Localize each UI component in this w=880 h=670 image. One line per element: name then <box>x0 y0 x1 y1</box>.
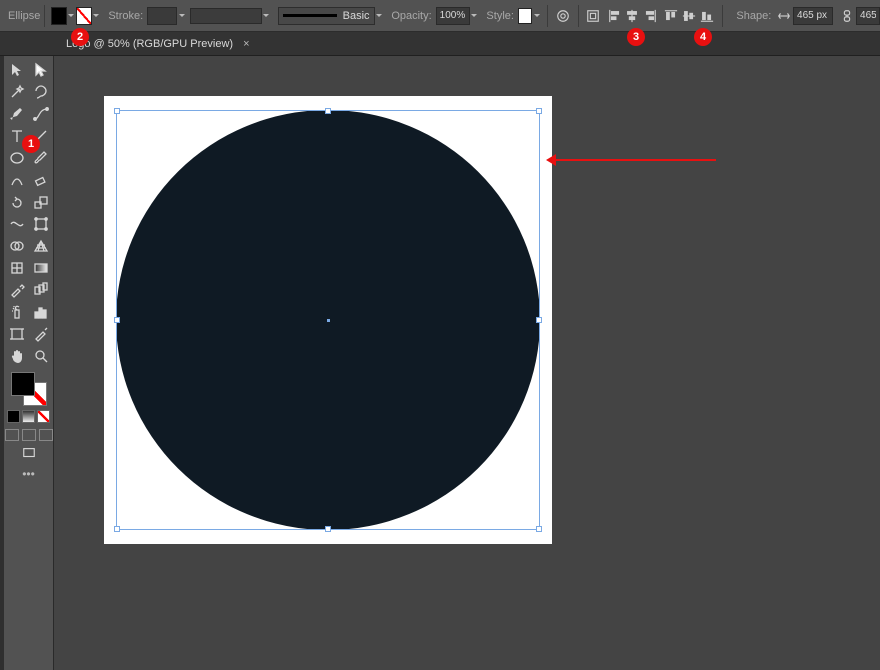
slice-tool-icon[interactable] <box>31 324 51 344</box>
shaper-tool-icon[interactable] <box>7 170 27 190</box>
handle-top-right[interactable] <box>536 108 542 114</box>
annotation-badge-1: 1 <box>22 135 40 153</box>
fill-dropdown[interactable] <box>67 9 76 23</box>
align-left-icon[interactable] <box>606 6 624 26</box>
gradient-mode-icon[interactable] <box>22 410 35 423</box>
link-wh-icon[interactable] <box>838 6 856 26</box>
width-tool-icon[interactable] <box>7 214 27 234</box>
workspace: ••• <box>0 56 880 670</box>
separator <box>722 5 723 27</box>
handle-bottom-right[interactable] <box>536 526 542 532</box>
eyedropper-tool-icon[interactable] <box>7 280 27 300</box>
control-bar: Ellipse Stroke: Basic Opacity: Style: Sh… <box>0 0 880 32</box>
stroke-weight-dropdown[interactable] <box>177 9 186 23</box>
draw-inside-icon[interactable] <box>39 429 53 441</box>
rotate-tool-icon[interactable] <box>7 192 27 212</box>
width-icon <box>775 6 793 26</box>
pen-tool-icon[interactable] <box>7 104 27 124</box>
color-mode-icon[interactable] <box>7 410 20 423</box>
separator <box>547 5 548 27</box>
brush-line-preview <box>283 14 337 17</box>
align-vcenter-icon[interactable] <box>680 6 698 26</box>
stroke-weight-input[interactable] <box>147 7 177 25</box>
draw-behind-icon[interactable] <box>22 429 36 441</box>
annotation-badge-3: 3 <box>627 28 645 46</box>
fill-well[interactable] <box>11 372 35 396</box>
color-well[interactable] <box>11 372 47 406</box>
document-tabstrip: Logo @ 50% (RGB/GPU Preview) × <box>0 32 880 56</box>
free-transform-tool-icon[interactable] <box>31 214 51 234</box>
handle-bottom[interactable] <box>325 526 331 532</box>
none-mode-icon[interactable] <box>37 410 50 423</box>
gradient-tool-icon[interactable] <box>31 258 51 278</box>
handle-top[interactable] <box>325 108 331 114</box>
perspective-grid-tool-icon[interactable] <box>31 236 51 256</box>
opacity-input[interactable] <box>436 7 470 25</box>
draw-modes <box>7 410 50 423</box>
brush-label: Basic <box>343 10 370 22</box>
artboard-tool-icon[interactable] <box>7 324 27 344</box>
handle-bottom-left[interactable] <box>114 526 120 532</box>
handle-left[interactable] <box>114 317 120 323</box>
shape-width-input[interactable] <box>793 7 833 25</box>
opacity-label: Opacity: <box>383 10 435 22</box>
stroke-dropdown[interactable] <box>92 9 101 23</box>
stroke-profile[interactable] <box>190 8 262 24</box>
center-point <box>327 319 330 322</box>
brush-dropdown[interactable] <box>375 9 384 23</box>
shape-label: Shape: <box>728 10 775 22</box>
align-hcenter-icon[interactable] <box>623 6 641 26</box>
document-tab-title: Logo @ 50% (RGB/GPU Preview) <box>66 38 233 50</box>
draw-behind-modes <box>5 429 53 441</box>
opacity-dropdown[interactable] <box>470 9 479 23</box>
fill-swatch[interactable] <box>51 7 67 25</box>
stroke-label: Stroke: <box>100 10 147 22</box>
scale-tool-icon[interactable] <box>31 192 51 212</box>
style-dropdown[interactable] <box>532 9 541 23</box>
annotation-badge-4: 4 <box>694 28 712 46</box>
recolor-artwork-icon[interactable] <box>554 6 572 26</box>
selection-tool-icon[interactable] <box>7 60 27 80</box>
shape-builder-tool-icon[interactable] <box>7 236 27 256</box>
handle-top-left[interactable] <box>114 108 120 114</box>
blend-tool-icon[interactable] <box>31 280 51 300</box>
hand-tool-icon[interactable] <box>7 346 27 366</box>
close-tab-icon[interactable]: × <box>243 38 249 50</box>
draw-normal-icon[interactable] <box>5 429 19 441</box>
direct-selection-tool-icon[interactable] <box>31 60 51 80</box>
shape-height-input[interactable] <box>856 7 880 25</box>
brush-definition[interactable]: Basic <box>278 7 375 25</box>
eraser-tool-icon[interactable] <box>31 170 51 190</box>
align-bottom-icon[interactable] <box>698 6 716 26</box>
curvature-tool-icon[interactable] <box>31 104 51 124</box>
handle-right[interactable] <box>536 317 542 323</box>
align-to-icon[interactable] <box>584 6 602 26</box>
canvas-stage[interactable] <box>54 56 880 670</box>
style-label: Style: <box>478 10 518 22</box>
mesh-tool-icon[interactable] <box>7 258 27 278</box>
bounding-box[interactable] <box>116 110 540 530</box>
align-right-icon[interactable] <box>641 6 659 26</box>
symbol-sprayer-tool-icon[interactable] <box>7 302 27 322</box>
edit-toolbar-icon[interactable]: ••• <box>22 467 35 481</box>
active-tool-label: Ellipse <box>0 10 38 22</box>
align-top-icon[interactable] <box>662 6 680 26</box>
stroke-profile-dropdown[interactable] <box>262 9 271 23</box>
lasso-tool-icon[interactable] <box>31 82 51 102</box>
annotation-badge-2: 2 <box>71 28 89 46</box>
stroke-swatch[interactable] <box>76 7 92 25</box>
artboard[interactable] <box>104 96 552 544</box>
ellipse-tool-icon[interactable] <box>7 148 27 168</box>
style-swatch[interactable] <box>518 8 532 24</box>
separator <box>44 5 45 27</box>
zoom-tool-icon[interactable] <box>31 346 51 366</box>
annotation-arrow <box>550 159 716 161</box>
screen-mode-icon[interactable] <box>19 443 39 463</box>
magic-wand-tool-icon[interactable] <box>7 82 27 102</box>
column-graph-tool-icon[interactable] <box>31 302 51 322</box>
separator <box>578 5 579 27</box>
